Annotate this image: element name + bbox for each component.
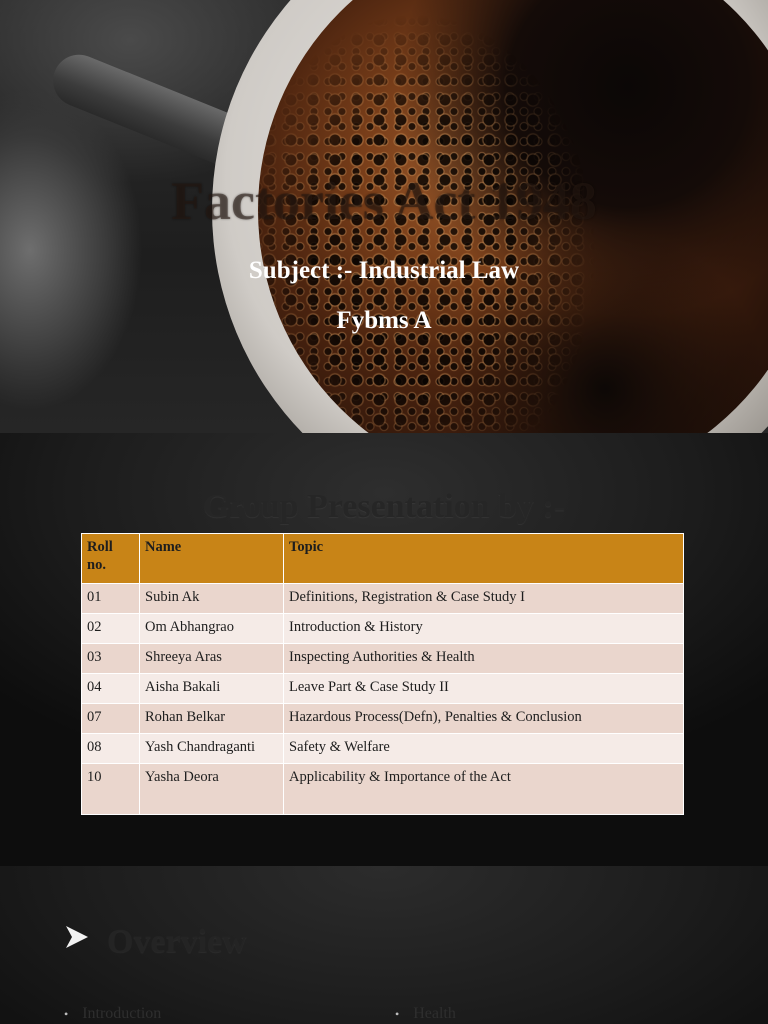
table-row: 03 Shreeya Aras Inspecting Authorities &… [81, 643, 684, 674]
list-item: • Health [395, 1004, 456, 1024]
name-cell: Yasha Deora [139, 763, 284, 815]
table-row: 10 Yasha Deora Applicability & Importanc… [81, 763, 684, 815]
bullet-text: Introduction [82, 1005, 162, 1022]
topic-cell: Introduction & History [283, 613, 684, 644]
title-slide: Factories Act 1948 Subject :- Industrial… [0, 0, 768, 433]
name-cell: Shreeya Aras [139, 643, 284, 674]
table-row: 01 Subin Ak Definitions, Registration & … [81, 583, 684, 614]
roll-no-cell: 08 [81, 733, 140, 764]
topic-cell: Definitions, Registration & Case Study I [283, 583, 684, 614]
table-row: 02 Om Abhangrao Introduction & History [81, 613, 684, 644]
subject-line: Subject :- Industrial Law [248, 257, 520, 284]
roll-no-cell: 07 [81, 703, 140, 734]
slide-title: Factories Act 1948 [171, 171, 597, 231]
arrow-right-icon [66, 926, 88, 948]
roll-no-cell: 02 [81, 613, 140, 644]
topic-cell: Inspecting Authorities & Health [283, 643, 684, 674]
roll-no-cell: 04 [81, 673, 140, 704]
name-cell: Yash Chandraganti [139, 733, 284, 764]
header-name: Name [139, 533, 284, 584]
roll-no-cell: 10 [81, 763, 140, 815]
list-item: • Introduction [64, 1004, 161, 1024]
table-row: 07 Rohan Belkar Hazardous Process(Defn),… [81, 703, 684, 734]
group-table: Roll no. Name Topic 01 Subin Ak Definiti… [81, 533, 684, 815]
name-cell: Aisha Bakali [139, 673, 284, 704]
overview-slide: Overview • Introduction • Health [0, 866, 768, 1024]
header-topic: Topic [283, 533, 684, 584]
table-header-row: Roll no. Name Topic [81, 533, 684, 584]
topic-cell: Applicability & Importance of the Act [283, 763, 684, 815]
roll-no-cell: 03 [81, 643, 140, 674]
topic-cell: Leave Part & Case Study II [283, 673, 684, 704]
bullet-dot-icon: • [64, 1007, 69, 1021]
overview-title: Overview [107, 923, 247, 960]
name-cell: Subin Ak [139, 583, 284, 614]
bullet-text: Health [413, 1005, 456, 1022]
topic-cell: Hazardous Process(Defn), Penalties & Con… [283, 703, 684, 734]
name-cell: Rohan Belkar [139, 703, 284, 734]
class-line: Fybms A [336, 307, 432, 334]
group-slide-title: Group Presentation by :- [202, 488, 566, 525]
name-cell: Om Abhangrao [139, 613, 284, 644]
bullet-dot-icon: • [395, 1007, 400, 1021]
roll-no-cell: 01 [81, 583, 140, 614]
topic-cell: Safety & Welfare [283, 733, 684, 764]
header-roll-no: Roll no. [81, 533, 140, 584]
group-slide: Group Presentation by :- Roll no. Name T… [0, 433, 768, 866]
table-row: 04 Aisha Bakali Leave Part & Case Study … [81, 673, 684, 704]
table-row: 08 Yash Chandraganti Safety & Welfare [81, 733, 684, 764]
